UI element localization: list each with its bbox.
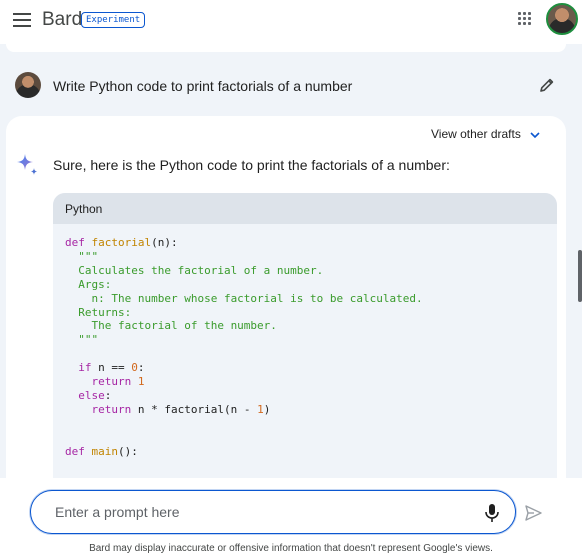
view-drafts-button[interactable]: View other drafts [431, 127, 521, 141]
microphone-icon[interactable] [483, 503, 501, 523]
code-content: def factorial(n): """ Calculates the fac… [53, 224, 557, 471]
send-icon[interactable] [524, 503, 544, 523]
code-line: Args: [65, 277, 112, 291]
code-line: Calculates the factorial of a number. [65, 263, 324, 277]
code-line: else: [78, 388, 112, 402]
code-line: def main(): [65, 444, 138, 458]
code-line: return n * factorial(n - 1) [91, 402, 271, 416]
prompt-box [30, 490, 516, 534]
code-line: return 1 [91, 375, 145, 389]
code-line: """ [65, 333, 99, 347]
code-line: The factorial of the number. [65, 319, 277, 333]
code-line: n: The number whose factorial is to be c… [65, 291, 423, 305]
pencil-icon[interactable] [538, 76, 556, 94]
brand-title[interactable]: Bard [42, 9, 82, 31]
sparkle-icon [15, 153, 39, 177]
code-line: """ [65, 249, 99, 263]
account-avatar[interactable] [546, 3, 578, 35]
previous-card-edge [6, 44, 566, 52]
scrollbar-thumb[interactable] [578, 250, 582, 302]
code-line: Returns: [65, 305, 132, 319]
user-prompt-text: Write Python code to print factorials of… [53, 78, 353, 94]
disclaimer-text: Bard may display inaccurate or offensive… [89, 543, 493, 554]
code-line: if n == 0: [78, 361, 145, 375]
hamburger-menu-icon[interactable] [13, 13, 31, 27]
user-avatar [15, 72, 41, 98]
code-block: Python def factorial(n): """ Calculates … [53, 193, 557, 493]
chevron-down-icon[interactable] [528, 128, 542, 142]
top-app-bar: Bard Experiment [0, 0, 582, 44]
apps-grid-icon[interactable] [518, 12, 532, 26]
experiment-badge: Experiment [81, 12, 146, 28]
prompt-input[interactable] [55, 502, 455, 522]
response-text: Sure, here is the Python code to print t… [53, 157, 450, 173]
code-line: def factorial(n): [65, 236, 178, 249]
code-language-label: Python [53, 193, 557, 224]
